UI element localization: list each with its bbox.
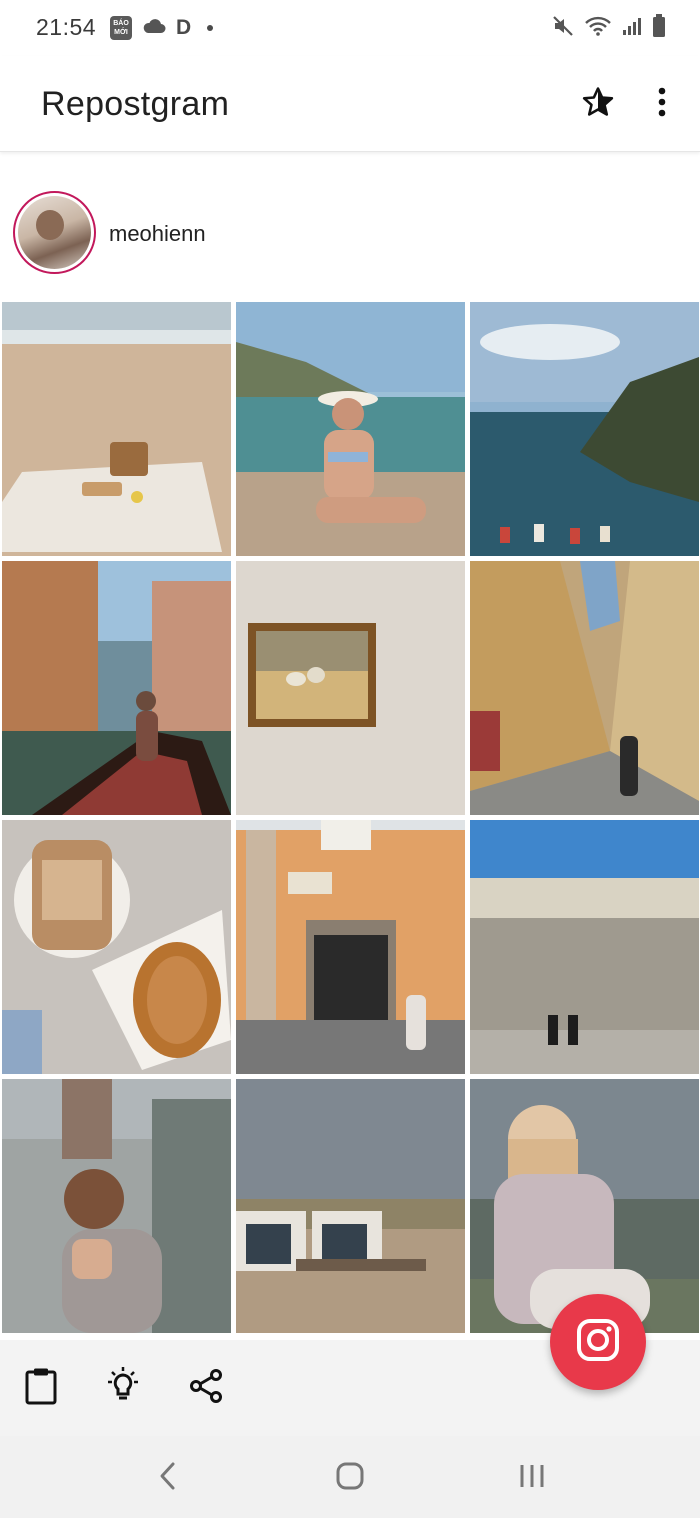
post-thumbnail[interactable] bbox=[470, 561, 699, 815]
home-icon bbox=[335, 1461, 365, 1496]
post-image bbox=[2, 820, 231, 1074]
share-button[interactable] bbox=[184, 1366, 228, 1410]
back-button[interactable] bbox=[148, 1460, 188, 1496]
post-image bbox=[236, 302, 465, 556]
post-thumbnail[interactable] bbox=[2, 820, 231, 1074]
post-thumbnail[interactable] bbox=[470, 820, 699, 1074]
instagram-icon bbox=[576, 1318, 620, 1367]
post-thumbnail[interactable] bbox=[236, 1079, 465, 1333]
post-image bbox=[470, 302, 699, 556]
post-grid bbox=[2, 302, 699, 1333]
status-icons-left: BÁO MỚI D bbox=[110, 14, 214, 42]
recents-button[interactable] bbox=[512, 1460, 552, 1496]
status-icons-right bbox=[552, 13, 666, 43]
post-image bbox=[2, 302, 231, 556]
lightbulb-icon bbox=[102, 1365, 144, 1412]
d-icon: D bbox=[176, 16, 192, 39]
clipboard-icon bbox=[24, 1367, 58, 1410]
paste-button[interactable] bbox=[19, 1366, 63, 1410]
post-thumbnail[interactable] bbox=[470, 302, 699, 556]
cloud-icon bbox=[142, 18, 166, 39]
post-thumbnail[interactable] bbox=[236, 561, 465, 815]
post-thumbnail[interactable] bbox=[2, 561, 231, 815]
baomoi-icon: BÁO MỚI bbox=[110, 16, 132, 40]
more-vert-icon bbox=[658, 87, 666, 122]
post-image bbox=[236, 1079, 465, 1333]
home-button[interactable] bbox=[330, 1460, 370, 1496]
post-thumbnail[interactable] bbox=[2, 302, 231, 556]
favorite-star-icon bbox=[581, 85, 615, 124]
recents-icon bbox=[518, 1462, 546, 1495]
post-thumbnail[interactable] bbox=[236, 302, 465, 556]
tips-button[interactable] bbox=[101, 1366, 145, 1410]
system-nav-bar bbox=[0, 1436, 700, 1518]
status-bar: 21:54 BÁO MỚI D bbox=[0, 0, 700, 56]
signal-icon bbox=[622, 16, 642, 41]
share-icon bbox=[188, 1368, 224, 1409]
app-bar: Repostgram bbox=[0, 56, 700, 152]
post-image bbox=[2, 1079, 231, 1333]
profile-header: meohienn bbox=[0, 152, 700, 302]
post-thumbnail[interactable] bbox=[2, 1079, 231, 1333]
wifi-icon bbox=[584, 15, 612, 42]
avatar-image bbox=[18, 196, 91, 269]
post-image bbox=[236, 820, 465, 1074]
favorite-button[interactable] bbox=[578, 84, 618, 124]
post-image bbox=[470, 820, 699, 1074]
status-time: 21:54 bbox=[36, 14, 97, 40]
post-image bbox=[2, 561, 231, 815]
username: meohienn bbox=[109, 221, 206, 246]
app-title: Repostgram bbox=[41, 85, 230, 123]
battery-icon bbox=[652, 13, 666, 43]
open-instagram-fab[interactable] bbox=[550, 1294, 646, 1390]
back-icon bbox=[158, 1461, 178, 1496]
avatar[interactable] bbox=[13, 191, 96, 274]
post-image bbox=[236, 561, 465, 815]
more-options-button[interactable] bbox=[648, 84, 676, 124]
post-image bbox=[470, 561, 699, 815]
post-thumbnail[interactable] bbox=[236, 820, 465, 1074]
dot-icon bbox=[207, 25, 214, 31]
mute-icon bbox=[552, 15, 574, 42]
